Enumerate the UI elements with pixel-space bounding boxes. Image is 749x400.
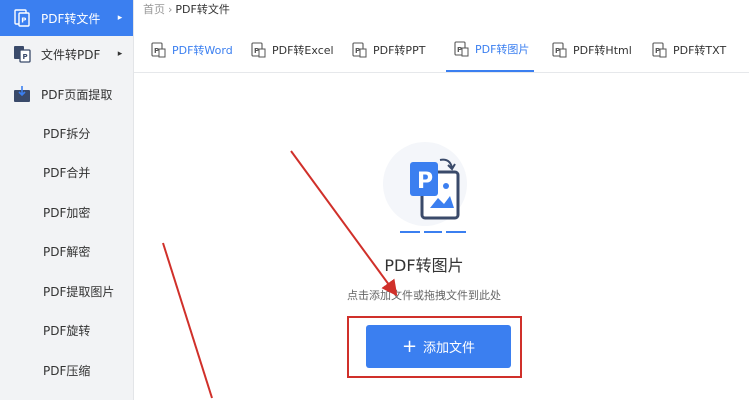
tab-pdf-to-excel[interactable]: P PDF转Excel [251, 28, 334, 72]
file-to-pdf-icon: P [12, 44, 32, 64]
sidebar-item-decrypt[interactable]: PDF解密 [0, 233, 133, 269]
sidebar-item-file-to-pdf[interactable]: P 文件转PDF ▸ [0, 36, 133, 72]
sidebar-item-rotate[interactable]: PDF旋转 [0, 312, 133, 348]
svg-text:P: P [154, 47, 159, 55]
svg-text:P: P [555, 47, 560, 55]
excel-doc-icon: P [251, 42, 267, 58]
word-doc-icon: P [151, 42, 167, 58]
breadcrumb-home[interactable]: 首页 [143, 1, 165, 17]
main-panel: 首页 › PDF转文件 P PDF转Word P PDF转Excel P PDF… [134, 0, 749, 400]
svg-text:P: P [254, 47, 259, 55]
pdf-convert-icon: P [12, 8, 32, 28]
svg-text:P: P [23, 53, 28, 61]
svg-text:P: P [417, 169, 433, 194]
tab-pdf-to-html[interactable]: P PDF转Html [552, 28, 632, 72]
chevron-right-icon: ▸ [117, 13, 123, 23]
conversion-tabs: P PDF转Word P PDF转Excel P PDF转PPT P PDF转图… [134, 28, 749, 73]
sidebar-item-extract-images[interactable]: PDF提取图片 [0, 273, 133, 309]
html-doc-icon: P [552, 42, 568, 58]
tab-pdf-to-ppt[interactable]: P PDF转PPT [352, 28, 425, 72]
annotation-highlight-box [347, 316, 522, 378]
sidebar-item-pdf-to-file[interactable]: P PDF转文件 ▸ [0, 0, 133, 36]
breadcrumb-current: PDF转文件 [175, 3, 230, 16]
breadcrumb: 首页 › PDF转文件 [143, 1, 230, 17]
dropzone-hint[interactable]: 点击添加文件或拖拽文件到此处 [284, 287, 564, 303]
txt-doc-icon: P [652, 42, 668, 58]
page-extract-icon [12, 84, 32, 104]
svg-text:P: P [457, 46, 462, 54]
sidebar-item-encrypt[interactable]: PDF加密 [0, 194, 133, 230]
sidebar-item-compress[interactable]: PDF压缩 [0, 352, 133, 388]
svg-text:P: P [655, 47, 660, 55]
svg-text:P: P [21, 17, 26, 25]
tab-pdf-to-image[interactable]: P PDF转图片 [446, 28, 534, 72]
dropzone-title: PDF转图片 [384, 256, 464, 275]
tab-pdf-to-txt[interactable]: P PDF转TXT [652, 28, 726, 72]
pdf-to-image-icon: P [370, 134, 480, 238]
ppt-doc-icon: P [352, 42, 368, 58]
sidebar: P PDF转文件 ▸ P 文件转PDF ▸ PDF页面提取 PDF拆分 PDF合… [0, 0, 134, 400]
tab-pdf-to-word[interactable]: P PDF转Word [151, 28, 233, 72]
chevron-right-icon: ▸ [117, 49, 123, 59]
svg-text:P: P [355, 47, 360, 55]
sidebar-item-merge[interactable]: PDF合并 [0, 154, 133, 190]
sidebar-item-split[interactable]: PDF拆分 [0, 115, 133, 151]
image-doc-icon: P [454, 41, 470, 57]
sidebar-item-page-extract[interactable]: PDF页面提取 [0, 76, 133, 112]
breadcrumb-separator: › [168, 2, 173, 16]
